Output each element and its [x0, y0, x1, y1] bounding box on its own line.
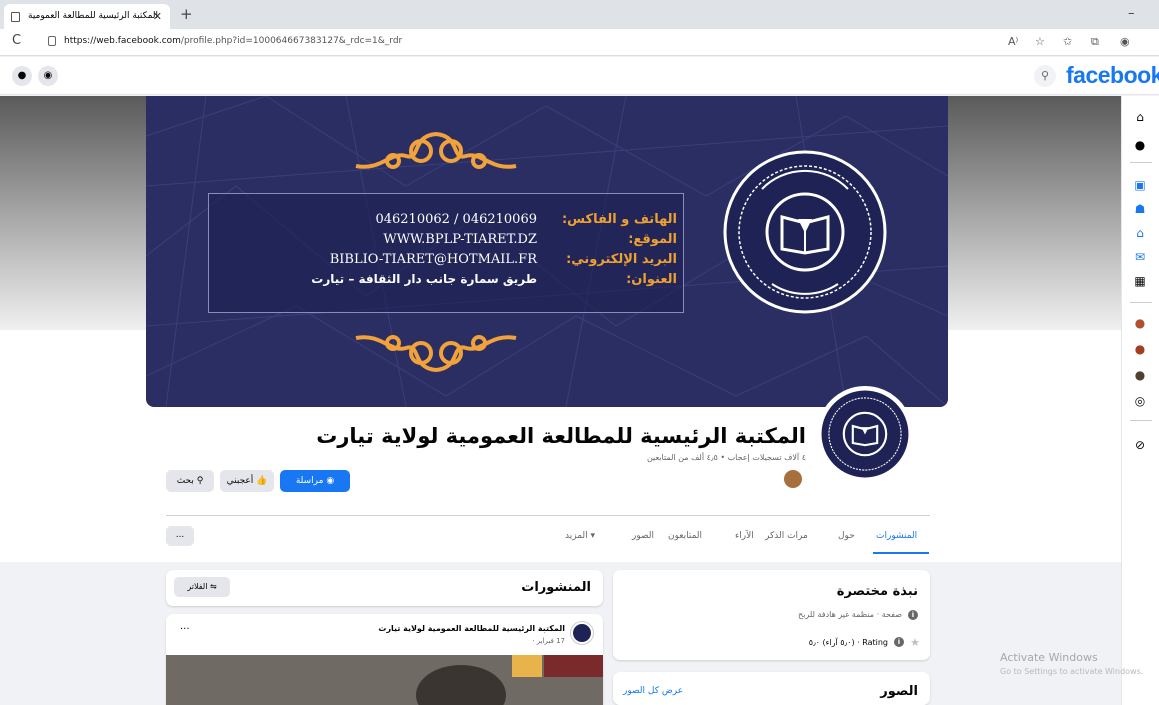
marketplace-icon[interactable]: ⌂	[1130, 224, 1150, 242]
contact-info-box: الهاتف و الفاكس: 046210062 / 046210069 ا…	[208, 193, 684, 313]
avatar-seal-logo	[821, 390, 909, 478]
favorites-icon[interactable]: ✩	[1063, 35, 1072, 48]
gaming-icon[interactable]: ✉	[1130, 248, 1150, 266]
notifications-icon[interactable]: ●	[12, 66, 32, 86]
tv-logo-text	[544, 655, 603, 677]
sidebar-divider	[1130, 420, 1152, 421]
shortcut-icon[interactable]: ◎	[1130, 392, 1150, 410]
like-button[interactable]: 👍 أعجبني	[220, 470, 274, 492]
like-label: أعجبني	[226, 476, 254, 486]
menu-grid-icon[interactable]: ▦	[1130, 272, 1150, 290]
collections-icon[interactable]: ⧉	[1091, 35, 1099, 49]
address-label: العنوان:	[626, 272, 677, 287]
cover-photo[interactable]: الهاتف و الفاكس: 046210062 / 046210069 ا…	[146, 96, 948, 407]
page-icon	[11, 12, 20, 22]
fax-label: الهاتف و الفاكس:	[561, 212, 677, 227]
browser-tab[interactable]: المكتبة الرئيسية للمطالعة العمومية ✕	[4, 4, 170, 29]
address-bar: C https://web.facebook.com/profile.php?i…	[0, 29, 1159, 56]
post-author-avatar[interactable]	[571, 622, 593, 644]
site-value: WWW.BPLP-TIARET.DZ	[383, 232, 537, 247]
tab-more[interactable]: المزيد ▾	[565, 531, 595, 541]
page-title: المكتبة الرئيسية للمطالعة العمومية لولاي…	[316, 424, 806, 448]
friend-avatar[interactable]	[784, 470, 802, 488]
more-options-button[interactable]: ...	[166, 526, 194, 546]
tab-reviews[interactable]: الآراء	[735, 531, 754, 541]
info-icon: i	[894, 637, 904, 647]
facebook-header: ● ◉ ⚲ facebook	[0, 57, 1159, 95]
avatar-icon[interactable]: ●	[1130, 136, 1150, 154]
page-stats[interactable]: ٤ آلاف تسجيلات إعجاب • ٤٫٥ ألف من المتاب…	[400, 453, 806, 462]
rating-text[interactable]: Rating · (٥٫٠ آراء) ٥٫٠	[809, 638, 888, 647]
shortcut-icon[interactable]: ●	[1130, 366, 1150, 384]
windows-watermark-subtitle: Go to Settings to activate Windows.	[1000, 667, 1144, 676]
filters-label: الفلاتر	[187, 582, 208, 591]
right-sidebar: ⌂ ● ▣ ☗ ⌂ ✉ ▦ ● ● ● ◎ ⊘	[1121, 96, 1159, 705]
profile-avatar[interactable]	[817, 386, 913, 482]
intro-card: نبذة مختصرة i صفحة · منظمة غير هادفة للر…	[613, 570, 930, 660]
photos-title: الصور	[880, 684, 918, 699]
library-seal-logo	[723, 150, 887, 314]
posts-header-card: المنشورات ⇋ الفلاتر	[166, 570, 603, 606]
tab-mentions[interactable]: مرات الذكر	[765, 531, 808, 541]
lock-icon	[48, 36, 56, 46]
read-aloud-icon[interactable]: A⁾	[1008, 35, 1018, 48]
url-field[interactable]: https://web.facebook.com/profile.php?id=…	[64, 36, 402, 46]
bottom-ornament	[355, 335, 517, 373]
post-author[interactable]: المكتبة الرئيسية للمطالعة العمومية لولاي…	[378, 624, 565, 633]
favorite-icon[interactable]: ☆	[1035, 35, 1045, 48]
url-host: https://web.facebook.com	[64, 36, 181, 46]
windows-watermark-title: Activate Windows	[1000, 651, 1098, 664]
message-label: مراسلة	[295, 476, 324, 486]
watch-icon[interactable]: ▣	[1130, 176, 1150, 194]
close-icon[interactable]: ✕	[153, 4, 162, 29]
profile-icon[interactable]: ◉	[1120, 35, 1130, 48]
see-all-photos-link[interactable]: عرض كل الصور	[623, 686, 683, 696]
address-value: طريق سمارة جانب دار الثقافة – تيارت	[311, 272, 537, 286]
tab-posts[interactable]: المنشورات	[876, 531, 917, 541]
sidebar-divider	[1130, 162, 1152, 163]
minimize-icon[interactable]: –	[1128, 6, 1135, 21]
new-tab-icon[interactable]: +	[180, 5, 193, 23]
posts-title: المنشورات	[521, 580, 591, 595]
sidebar-divider	[1130, 302, 1152, 303]
intro-title: نبذة مختصرة	[836, 584, 918, 599]
email-label: البريد الإلكتروني:	[566, 252, 677, 267]
page-type: صفحة · منظمة غير هادفة للربح	[798, 610, 902, 619]
friends-icon[interactable]: ☗	[1130, 200, 1150, 218]
email-value: BIBLIO-TIARET@HOTMAIL.FR	[329, 252, 537, 267]
person-figure	[416, 665, 506, 705]
facebook-logo[interactable]: facebook	[1066, 62, 1159, 89]
star-icon: ★	[910, 636, 920, 649]
tab-photos[interactable]: الصور	[632, 531, 654, 541]
search-label: بحث	[176, 476, 194, 486]
filters-button[interactable]: ⇋ الفلاتر	[174, 577, 230, 597]
fax-value: 046210062 / 046210069	[375, 212, 537, 227]
active-tab-indicator	[873, 552, 929, 554]
home-icon[interactable]: ⌂	[1130, 108, 1150, 126]
tab-about[interactable]: حول	[838, 531, 855, 541]
tab-followers[interactable]: المتابعون	[668, 531, 702, 541]
shortcut-icon[interactable]: ●	[1130, 314, 1150, 332]
shortcut-icon[interactable]: ●	[1130, 340, 1150, 358]
tab-title: المكتبة الرئيسية للمطالعة العمومية	[28, 11, 159, 21]
top-ornament	[355, 131, 517, 169]
info-icon: i	[908, 610, 918, 620]
post-options-icon[interactable]: ···	[180, 624, 190, 635]
tv-logo-badge	[512, 655, 542, 677]
header-divider	[166, 515, 930, 516]
messenger-icon[interactable]: ◉	[38, 66, 58, 86]
site-label: الموقع:	[628, 232, 677, 247]
url-path: /profile.php?id=100064667383127&_rdc=1&_…	[180, 36, 403, 46]
search-icon[interactable]: ⚲	[1034, 65, 1056, 87]
message-button[interactable]: ◉ مراسلة	[280, 470, 350, 492]
post-image[interactable]	[166, 655, 603, 705]
refresh-icon[interactable]: C	[12, 33, 21, 48]
search-button[interactable]: ⚲ بحث	[166, 470, 214, 492]
photos-card: الصور عرض كل الصور	[613, 672, 930, 705]
browser-tab-bar: المكتبة الرئيسية للمطالعة العمومية ✕ + –	[0, 0, 1159, 29]
post-date[interactable]: 17 فبراير ·	[532, 637, 565, 645]
link-icon[interactable]: ⊘	[1130, 436, 1150, 454]
